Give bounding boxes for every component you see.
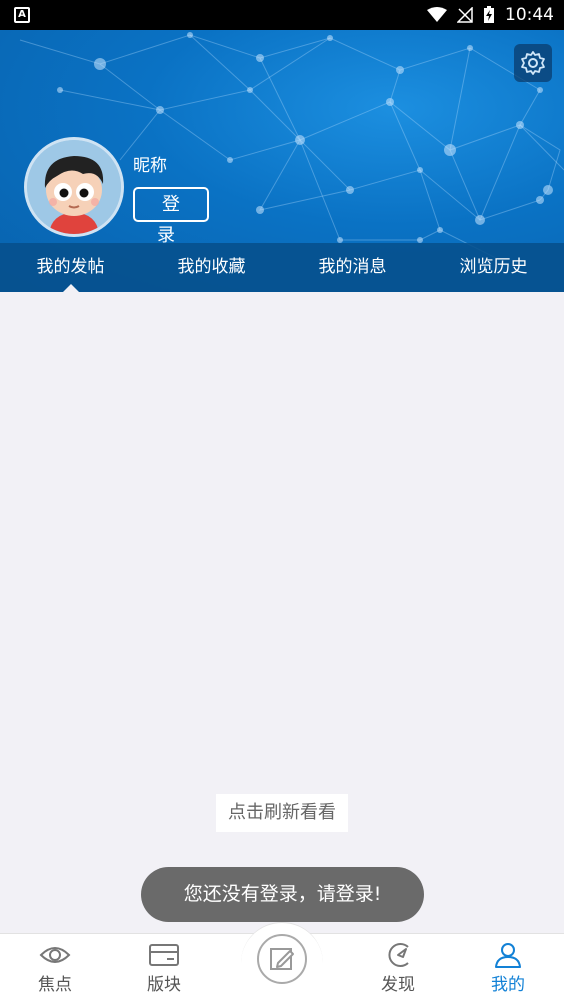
compass-icon — [388, 943, 409, 967]
app-notification-icon: A — [14, 7, 30, 23]
status-icons: 10:44 — [427, 0, 554, 30]
tab-my-posts[interactable]: 我的发帖 — [0, 243, 141, 292]
nav-label-discover: 发现 — [381, 975, 415, 995]
nav-item-discover[interactable]: 发现 — [358, 934, 438, 1002]
nav-label-sections: 版块 — [147, 975, 181, 995]
tab-my-favorites[interactable]: 我的收藏 — [141, 243, 282, 292]
tab-browse-history[interactable]: 浏览历史 — [423, 243, 564, 292]
refresh-button[interactable]: 点击刷新看看 — [216, 794, 348, 832]
no-signal-icon — [457, 7, 473, 23]
eye-icon — [39, 947, 71, 963]
wifi-icon — [427, 7, 447, 22]
avatar[interactable] — [24, 137, 124, 237]
status-bar: A 10:44 — [0, 0, 564, 30]
settings-button[interactable] — [514, 44, 552, 82]
post-button[interactable] — [241, 922, 323, 1002]
nav-item-mine[interactable]: 我的 — [468, 934, 548, 1002]
gear-icon — [521, 51, 545, 75]
profile-header: 昵称 登 录 我的发帖 我的收藏 我的消息 浏览历史 — [0, 30, 564, 292]
login-required-toast: 您还没有登录，请登录! — [141, 867, 424, 922]
nav-item-sections[interactable]: 版块 — [124, 934, 204, 1002]
edit-icon — [270, 948, 294, 970]
post-button-ring — [257, 934, 307, 984]
card-icon — [149, 944, 179, 966]
login-button[interactable]: 登 录 — [133, 187, 209, 245]
nav-label-focus: 焦点 — [38, 975, 72, 995]
nickname-label: 昵称 — [133, 156, 167, 176]
battery-charging-icon — [484, 6, 494, 23]
nav-label-mine: 我的 — [491, 975, 525, 995]
nav-item-focus[interactable]: 焦点 — [15, 934, 95, 1002]
tab-my-messages[interactable]: 我的消息 — [282, 243, 423, 292]
profile-tabs: 我的发帖 我的收藏 我的消息 浏览历史 — [0, 243, 564, 292]
clock: 10:44 — [505, 5, 554, 25]
user-icon — [495, 943, 521, 968]
cartoon-avatar-image — [27, 140, 121, 234]
